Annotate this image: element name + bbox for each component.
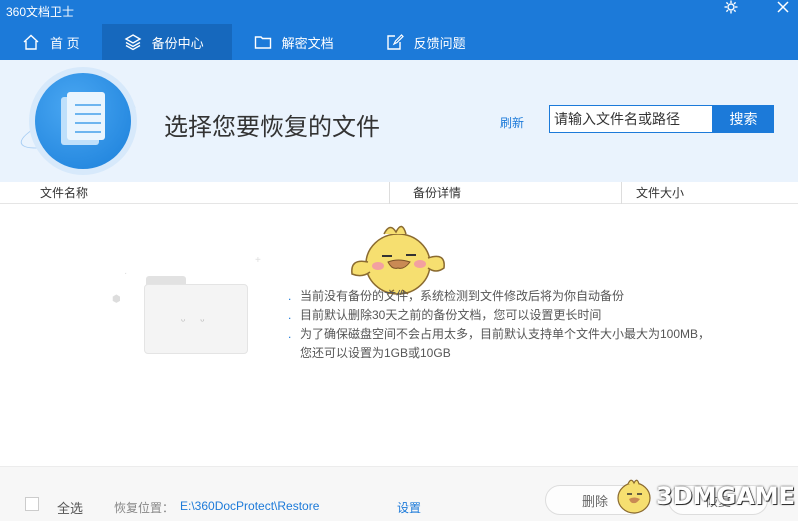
edit-icon xyxy=(386,33,404,51)
nav-backup-center-label: 备份中心 xyxy=(151,35,204,51)
column-file-name[interactable]: 文件名称 xyxy=(40,182,88,204)
tip-text: 目前默认删除30天之前的备份文档，您可以设置更长时间 xyxy=(300,308,602,322)
folder-icon xyxy=(254,33,272,51)
tip-item: . 目前默认删除30天之前的备份文档，您可以设置更长时间 xyxy=(288,306,758,325)
bullet-icon: . xyxy=(288,289,292,303)
watermark-mascot-icon xyxy=(617,479,651,514)
nav-home-label: 首 页 xyxy=(50,35,80,51)
nav-feedback[interactable]: 反馈问题 xyxy=(356,24,488,60)
watermark-text: 3DMGAME xyxy=(656,482,796,510)
nav-feedback-label: 反馈问题 xyxy=(413,35,466,51)
restore-location-label: 恢复位置： xyxy=(114,501,175,515)
refresh-link[interactable]: 刷新 xyxy=(500,114,524,131)
gear-icon[interactable] xyxy=(718,0,744,18)
table-header: 文件名称 备份详情 文件大小 xyxy=(0,182,798,204)
home-icon xyxy=(22,33,40,51)
document-backup-icon xyxy=(35,73,131,169)
bullet-icon: . xyxy=(288,327,292,341)
restore-path: E:\360DocProtect\Restore xyxy=(180,499,320,513)
column-file-size[interactable]: 文件大小 xyxy=(636,182,684,204)
hexagon-decoration: ⬢ xyxy=(112,294,121,305)
close-icon[interactable] xyxy=(770,0,796,18)
app-title: 360文档卫士 xyxy=(6,5,75,19)
tip-item: . 为了确保磁盘空间不会占用太多，目前默认支持单个文件大小最大为100MB， xyxy=(288,325,758,344)
nav-decrypt-label: 解密文档 xyxy=(281,35,334,51)
tip-text: 您还可以设置为1GB或10GB xyxy=(300,346,451,360)
main-nav: 首 页 备份中心 解密文档 反馈问题 xyxy=(0,24,488,60)
settings-link[interactable]: 设置 xyxy=(397,499,421,516)
search-input[interactable] xyxy=(549,105,713,133)
dot-decoration: · xyxy=(124,268,128,279)
search-button[interactable]: 搜索 xyxy=(713,105,774,133)
layers-icon xyxy=(124,33,142,51)
tip-text: 为了确保磁盘空间不会占用太多，目前默认支持单个文件大小最大为100MB， xyxy=(300,327,711,341)
select-all-checkbox[interactable] xyxy=(25,497,39,511)
title-bar: 360文档卫士 首 页 备份中心 解密文档 反馈问题 xyxy=(0,0,798,60)
empty-state-tips: . 当前没有备份的文件，系统检测到文件修改后将为你自动备份 . 目前默认删除30天之… xyxy=(288,287,758,363)
tip-item: 您还可以设置为1GB或10GB xyxy=(288,344,758,363)
page-title: 选择您要恢复的文件 xyxy=(164,114,380,141)
watermark: 3DMGAME xyxy=(612,474,798,518)
column-divider[interactable] xyxy=(621,182,622,204)
tip-text: 当前没有备份的文件，系统检测到文件修改后将为你自动备份 xyxy=(300,289,625,303)
bullet-icon: . xyxy=(288,308,292,322)
nav-backup-center[interactable]: 备份中心 xyxy=(101,24,232,60)
empty-folder-icon: ᵕ ᵕ xyxy=(140,272,248,354)
nav-decrypt[interactable]: 解密文档 xyxy=(232,24,356,60)
tip-item: . 当前没有备份的文件，系统检测到文件修改后将为你自动备份 xyxy=(288,287,758,306)
select-all-label[interactable]: 全选 xyxy=(57,498,83,517)
nav-home[interactable]: 首 页 xyxy=(0,24,102,60)
column-divider[interactable] xyxy=(389,182,390,204)
plus-decoration: + xyxy=(255,255,261,266)
column-backup-details[interactable]: 备份详情 xyxy=(413,182,461,204)
